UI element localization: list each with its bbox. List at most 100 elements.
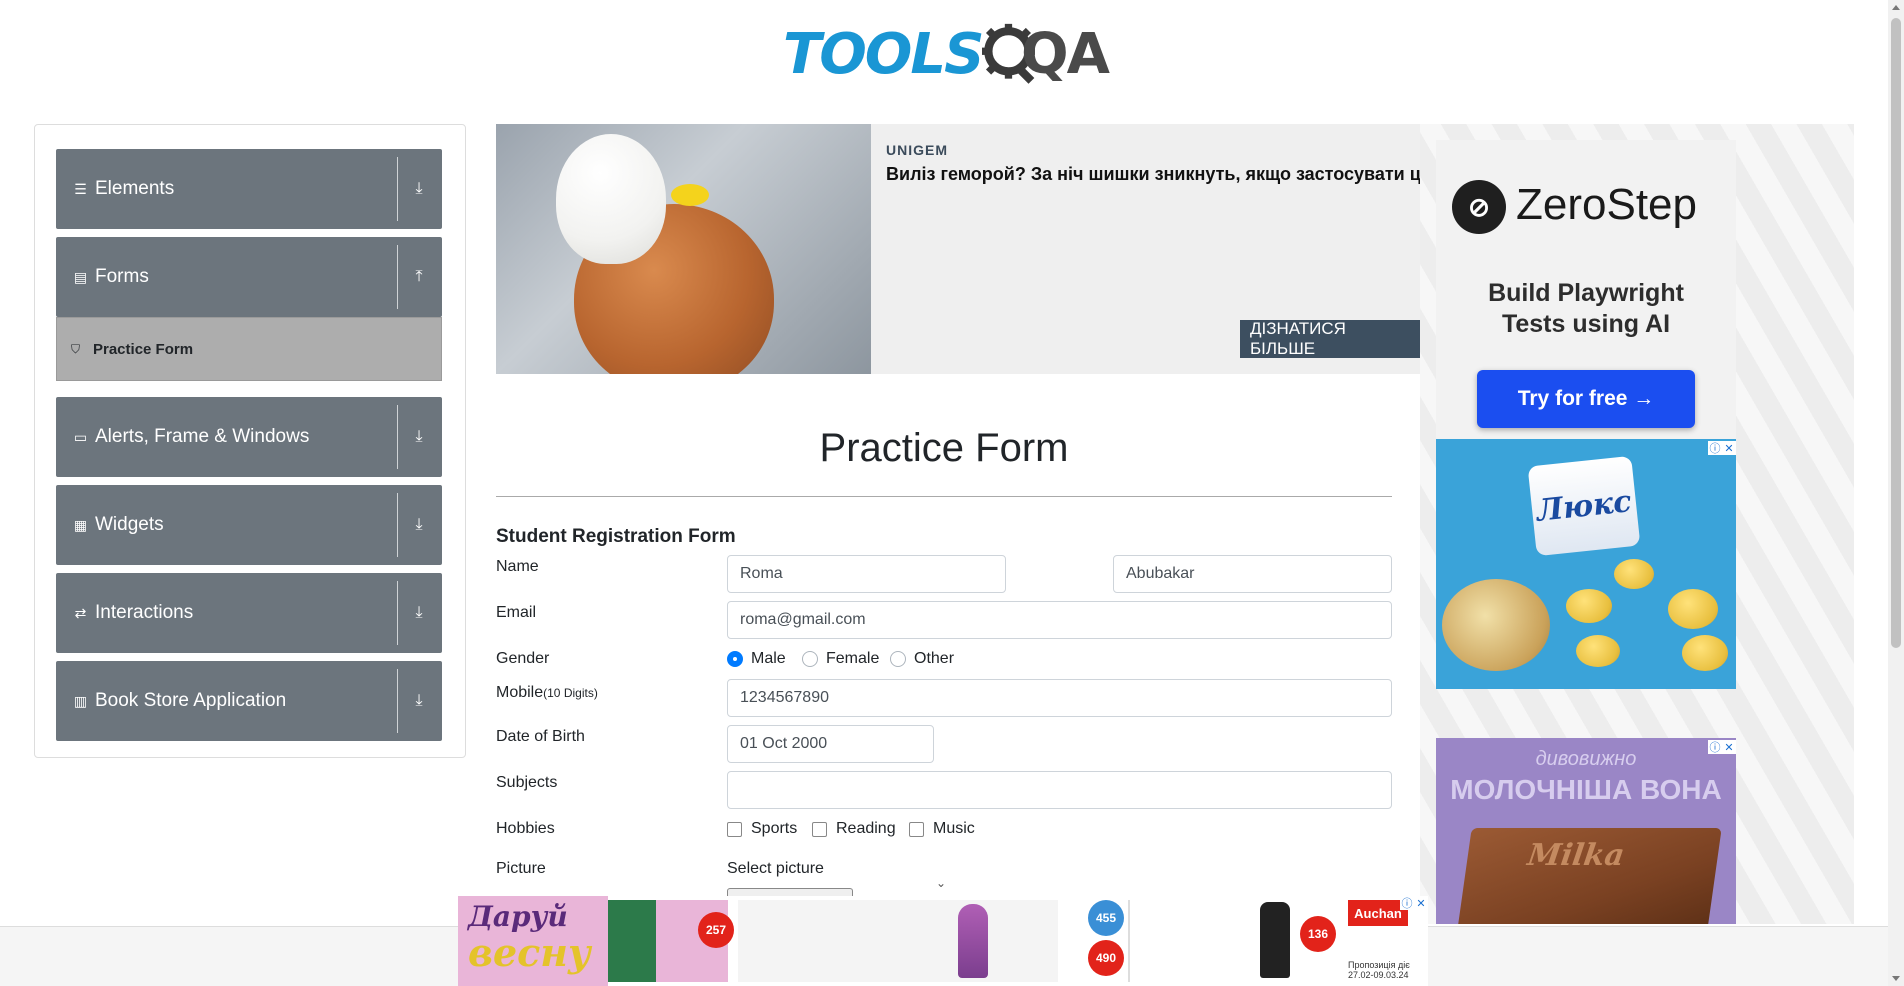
html5-icon: ⛉ [71, 341, 81, 356]
nav-group-label: Widgets [95, 514, 164, 535]
upload-arrow-icon[interactable]: ⤒ [406, 265, 432, 289]
bottom-advertisement[interactable]: Даруй весну 257 455 490 136 Auchan Пропо… [458, 896, 1428, 986]
zerostep-ad[interactable]: ⊘ ZeroStep Build Playwright Tests using … [1436, 140, 1736, 445]
checkbox-label: Sports [751, 820, 798, 837]
ad-info-icon[interactable]: ⓘ [1708, 441, 1722, 455]
nav-group-alerts-frame-windows[interactable]: ▭ Alerts, Frame & Windows ⤓ [56, 397, 442, 477]
ad-headline-2: весну [468, 930, 591, 975]
ad-brand: UNIGEM [886, 142, 948, 158]
radio-label: Female [826, 650, 880, 667]
toolsqa-logo[interactable]: TOOLS QA [783, 14, 1110, 94]
scroll-up-icon[interactable] [1892, 5, 1900, 10]
ad-photo-egg [496, 124, 871, 374]
checkbox[interactable] [812, 821, 827, 837]
last-name-input[interactable]: Abubakar [1113, 555, 1392, 593]
nav-group-book-store[interactable]: ▥ Book Store Application ⤓ [56, 661, 442, 741]
nav-group-interactions[interactable]: ⇄ Interactions ⤓ [56, 573, 442, 653]
form-subtitle: Student Registration Form [496, 526, 736, 547]
divider [397, 157, 398, 221]
divider [397, 245, 398, 309]
nav-group-label: Forms [95, 266, 149, 287]
hobbies-label: Hobbies [496, 820, 555, 837]
ad-close-icon[interactable]: ✕ [1722, 740, 1736, 754]
vertical-scrollbar[interactable] [1888, 0, 1904, 986]
picture-label: Picture [496, 860, 546, 877]
radio-label: Other [914, 650, 955, 667]
scrollbar-thumb[interactable] [1891, 18, 1901, 648]
milka-ad[interactable]: дивовижно МОЛОЧНІША ВОНА Milka ⓘ ✕ [1436, 738, 1736, 924]
widgets-icon: ▦ [73, 517, 88, 533]
chips-ad[interactable]: Люкс ⓘ ✕ [1436, 439, 1736, 689]
download-arrow-icon[interactable]: ⤓ [406, 601, 432, 625]
zerostep-name: ZeroStep [1516, 180, 1697, 229]
egg-white-shape [556, 134, 666, 264]
download-arrow-icon[interactable]: ⤓ [406, 425, 432, 449]
orchid-image [958, 904, 988, 978]
hobby-checkbox-reading[interactable]: Reading [812, 820, 896, 838]
download-arrow-icon[interactable]: ⤓ [406, 689, 432, 713]
hobby-checkbox-music[interactable]: Music [909, 820, 975, 838]
radio-dot[interactable] [890, 651, 906, 667]
divider [397, 669, 398, 733]
download-arrow-icon[interactable]: ⤓ [406, 513, 432, 537]
gender-radio-male[interactable]: Male [727, 650, 786, 668]
gender-radio-female[interactable]: Female [802, 650, 879, 668]
nav-group-forms[interactable]: ▤ Forms ⤒ [56, 237, 442, 317]
chip-image [1614, 559, 1654, 589]
date-of-birth-input[interactable]: 01 Oct 2000 [727, 725, 934, 763]
chip-image [1668, 589, 1718, 629]
ad-close-icon[interactable]: ✕ [1414, 896, 1428, 910]
divider [397, 405, 398, 469]
chip-image [1576, 635, 1620, 667]
checkbox[interactable] [909, 821, 924, 837]
chevron-down-icon: ⌄ [936, 876, 947, 890]
ad-close-icon[interactable]: ✕ [1722, 441, 1736, 455]
mobile-input[interactable]: 1234567890 [727, 679, 1392, 717]
mobile-hint: (10 Digits) [543, 686, 598, 700]
potato-image [1442, 579, 1550, 671]
price-tag: 455 [1088, 900, 1124, 936]
price-tag: 490 [1088, 940, 1124, 976]
product-image [738, 900, 1058, 982]
nav-item-label: Practice Form [93, 340, 194, 358]
divider [397, 493, 398, 557]
gender-radio-other[interactable]: Other [890, 650, 954, 668]
ad-pink-panel: Даруй весну [458, 896, 608, 986]
radio-dot[interactable] [802, 651, 818, 667]
ad-cta-button[interactable]: ДІЗНАТИСЯ БІЛЬШЕ [1240, 319, 1420, 358]
logo-tools-text: TOOLS [783, 21, 984, 87]
nav-group-elements[interactable]: ☰ Elements ⤓ [56, 149, 442, 229]
header: TOOLS QA [0, 0, 1888, 100]
try-for-free-button[interactable]: Try for free → [1477, 370, 1695, 428]
ad-info-icon[interactable]: ⓘ [1708, 740, 1722, 754]
radio-dot-selected[interactable] [727, 651, 743, 667]
left-nav-panel: ☰ Elements ⤓ ▤ Forms ⤒ ⛉ Practice Form ▭… [34, 124, 466, 758]
nav-item-practice-form[interactable]: ⛉ Practice Form [56, 317, 442, 381]
divider [397, 581, 398, 645]
first-name-input[interactable]: Roma [727, 555, 1006, 593]
page-title: Practice Form [819, 426, 1069, 470]
milka-line1: дивовижно [1535, 748, 1637, 770]
chocolate-image: Milka [1456, 828, 1722, 924]
price-tag: 257 [698, 912, 734, 948]
subjects-input[interactable] [727, 771, 1392, 809]
chip-image [1566, 589, 1612, 623]
zerostep-tagline: Build Playwright Tests using AI [1488, 279, 1684, 338]
hobby-checkbox-sports[interactable]: Sports [727, 820, 797, 838]
mobile-label: Mobile(10 Digits) [496, 684, 598, 702]
download-arrow-icon[interactable]: ⤓ [406, 177, 432, 201]
nav-group-label: Interactions [95, 602, 194, 623]
email-input[interactable]: roma@gmail.com [727, 601, 1392, 639]
top-advertisement[interactable]: UNIGEM Виліз геморой? За ніч шишки зникн… [496, 124, 1420, 374]
scroll-down-icon[interactable] [1892, 976, 1900, 981]
checkbox[interactable] [727, 821, 742, 837]
ad-info-icon[interactable]: ⓘ [1400, 896, 1414, 910]
email-label: Email [496, 604, 537, 621]
nav-group-widgets[interactable]: ▦ Widgets ⤓ [56, 485, 442, 565]
zerostep-logo-icon: ⊘ [1452, 180, 1506, 234]
nav-group-label: Elements [95, 178, 175, 199]
books-icon: ▥ [73, 693, 88, 709]
ad-headline[interactable]: Виліз геморой? За ніч шишки зникнуть, як… [886, 164, 1420, 185]
dob-label: Date of Birth [496, 728, 585, 745]
checkbox-label: Music [933, 820, 975, 837]
